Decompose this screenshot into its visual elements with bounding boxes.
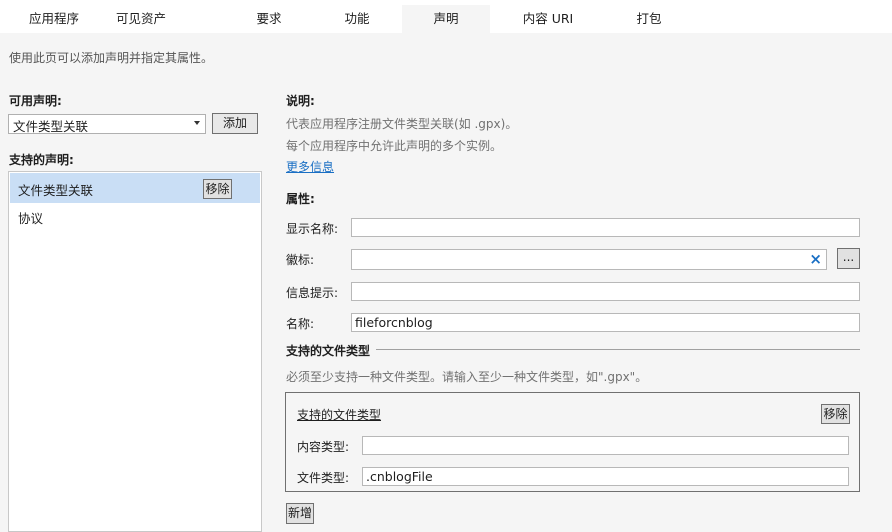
tab-packaging[interactable]: 打包 xyxy=(606,5,692,33)
more-info-link[interactable]: 更多信息 xyxy=(286,158,334,175)
file-type-label: 文件类型: xyxy=(297,471,350,485)
logo-label: 徽标: xyxy=(286,253,315,267)
add-new-file-type-button[interactable]: 新增 xyxy=(286,503,314,524)
page-description: 使用此页可以添加声明并指定其属性。 xyxy=(9,51,214,65)
remove-declaration-button[interactable]: 移除 xyxy=(203,179,232,199)
tab-content-uris[interactable]: 内容 URI xyxy=(502,5,594,33)
remove-file-type-button[interactable]: 移除 xyxy=(821,404,850,424)
file-types-hint: 必须至少支持一种文件类型。请输入至少一种文件类型，如".gpx"。 xyxy=(286,370,648,384)
clear-icon[interactable]: × xyxy=(809,250,822,269)
content-type-field[interactable] xyxy=(362,436,849,455)
tab-declarations[interactable]: 声明 xyxy=(402,5,490,33)
supported-declarations-list: 文件类型关联 移除 协议 xyxy=(8,171,262,532)
properties-title: 属性: xyxy=(286,192,315,206)
display-name-label: 显示名称: xyxy=(286,222,339,236)
tab-requirements[interactable]: 要求 xyxy=(226,5,312,33)
info-tip-field[interactable] xyxy=(351,282,860,301)
content-type-label: 内容类型: xyxy=(297,440,350,454)
browse-logo-button[interactable]: ... xyxy=(837,248,860,269)
logo-field[interactable]: × xyxy=(351,249,827,270)
info-tip-label: 信息提示: xyxy=(286,286,339,300)
dropdown-selected-value: 文件类型关联 xyxy=(13,119,89,134)
file-type-box: 支持的文件类型 移除 内容类型: 文件类型: .cnblogFile xyxy=(285,392,860,492)
tab-application[interactable]: 应用程序 xyxy=(11,5,97,33)
available-declarations-label: 可用声明: xyxy=(9,94,62,108)
available-declarations-dropdown[interactable]: 文件类型关联 xyxy=(8,114,206,134)
tab-bar: 应用程序 可见资产 要求 功能 声明 内容 URI 打包 xyxy=(0,0,892,33)
list-item[interactable]: 协议 xyxy=(10,203,260,229)
list-item[interactable]: 文件类型关联 移除 xyxy=(10,173,260,203)
list-item-label: 协议 xyxy=(18,211,44,226)
add-declaration-button[interactable]: 添加 xyxy=(212,113,258,134)
file-type-box-title: 支持的文件类型 xyxy=(297,408,382,422)
display-name-field[interactable] xyxy=(351,218,860,237)
name-field[interactable]: fileforcnblog xyxy=(351,313,860,332)
description-line-2: 每个应用程序中允许此声明的多个实例。 xyxy=(286,139,503,153)
supported-declarations-label: 支持的声明: xyxy=(9,153,74,167)
description-line-1: 代表应用程序注册文件类型关联(如 .gpx)。 xyxy=(286,117,518,131)
tab-visual-assets[interactable]: 可见资产 xyxy=(98,5,184,33)
chevron-down-icon xyxy=(194,121,200,125)
name-label: 名称: xyxy=(286,317,315,331)
file-type-field[interactable]: .cnblogFile xyxy=(362,467,849,486)
list-item-label: 文件类型关联 xyxy=(18,183,94,198)
file-types-section-title: 支持的文件类型 xyxy=(286,344,371,358)
section-divider xyxy=(376,349,860,350)
description-title: 说明: xyxy=(286,94,315,108)
tab-capabilities[interactable]: 功能 xyxy=(314,5,400,33)
